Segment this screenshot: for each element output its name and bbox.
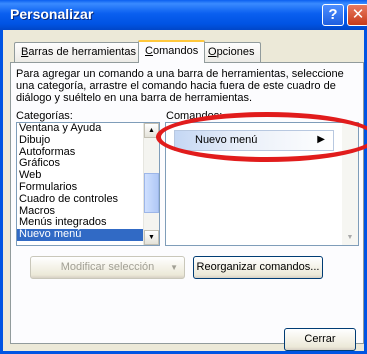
command-new-menu[interactable]: Nuevo menú ▶ [174, 130, 334, 151]
dropdown-caret-icon: ▼ [170, 263, 178, 272]
scroll-up-icon[interactable]: ▲ [144, 123, 159, 138]
reorganize-commands-button[interactable]: Reorganizar comandos... [193, 256, 323, 279]
command-label: Nuevo menú [195, 134, 258, 146]
window-title: Personalizar [10, 6, 94, 22]
list-item[interactable]: Cuadro de controles [17, 193, 159, 206]
list-item[interactable]: Formularios [17, 181, 159, 194]
submenu-arrow-icon: ▶ [317, 134, 325, 145]
scroll-down-icon[interactable]: ▼ [342, 230, 358, 245]
list-item[interactable]: Dibujo [17, 134, 159, 147]
instructions-text: Para agregar un comando a una barra de h… [16, 68, 344, 104]
scroll-thumb[interactable] [144, 173, 159, 213]
commands-list[interactable]: Nuevo menú ▶ ▼ [165, 122, 359, 246]
scroll-down-icon[interactable]: ▼ [144, 230, 159, 245]
title-bar[interactable]: Personalizar ? ✕ [0, 0, 367, 30]
tab-options[interactable]: Opciones [201, 42, 262, 62]
tab-toolbars[interactable]: Barras de herramientas [14, 42, 143, 62]
list-item-selected[interactable]: Nuevo menú [17, 228, 159, 241]
help-button[interactable]: ? [322, 4, 344, 26]
tab-commands[interactable]: Comandos [138, 40, 206, 63]
close-window-button[interactable]: ✕ [347, 4, 367, 26]
categories-label: Categorías: [16, 110, 73, 122]
close-button[interactable]: Cerrar [284, 328, 356, 351]
modify-selection-button: Modificar selección ▼ [30, 256, 185, 279]
categories-scrollbar[interactable]: ▲ ▼ [143, 123, 159, 245]
commands-scrollbar[interactable]: ▼ [342, 123, 358, 245]
categories-list[interactable]: Ventana y Ayuda Dibujo Autoformas Gráfic… [16, 122, 160, 246]
commands-label: Comandos: [166, 110, 223, 122]
